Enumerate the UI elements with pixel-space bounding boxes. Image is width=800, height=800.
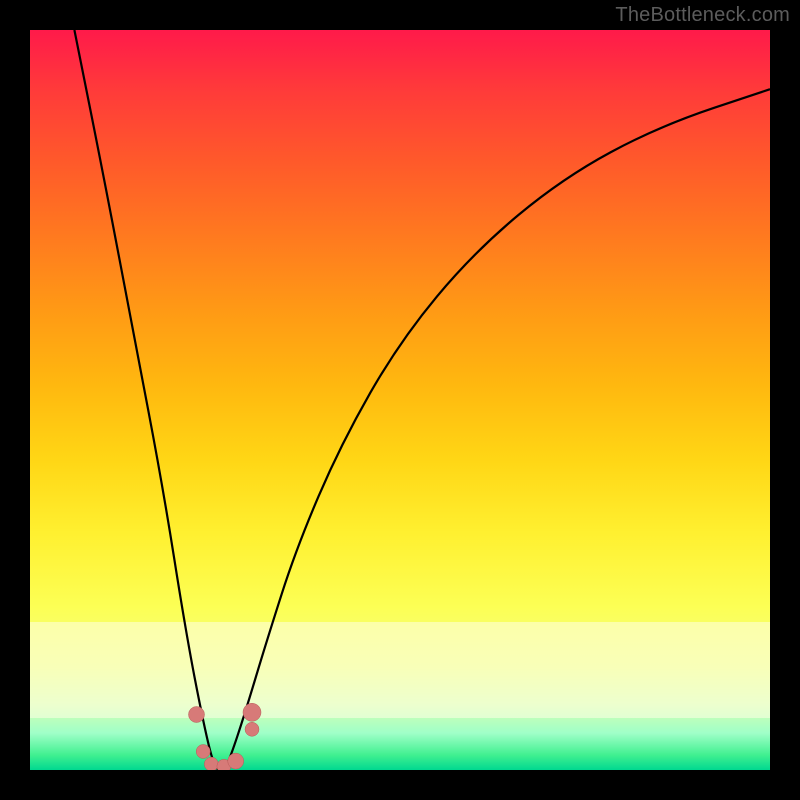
data-marker [204, 757, 218, 770]
data-marker [228, 753, 244, 769]
bottleneck-curve [74, 30, 770, 770]
data-marker [243, 703, 261, 721]
outer-frame: TheBottleneck.com [0, 0, 800, 800]
attribution-label: TheBottleneck.com [615, 4, 790, 27]
data-marker [196, 745, 210, 759]
data-marker [245, 722, 259, 736]
plot-area [30, 30, 770, 770]
data-marker [189, 707, 205, 723]
curve-layer [30, 30, 770, 770]
